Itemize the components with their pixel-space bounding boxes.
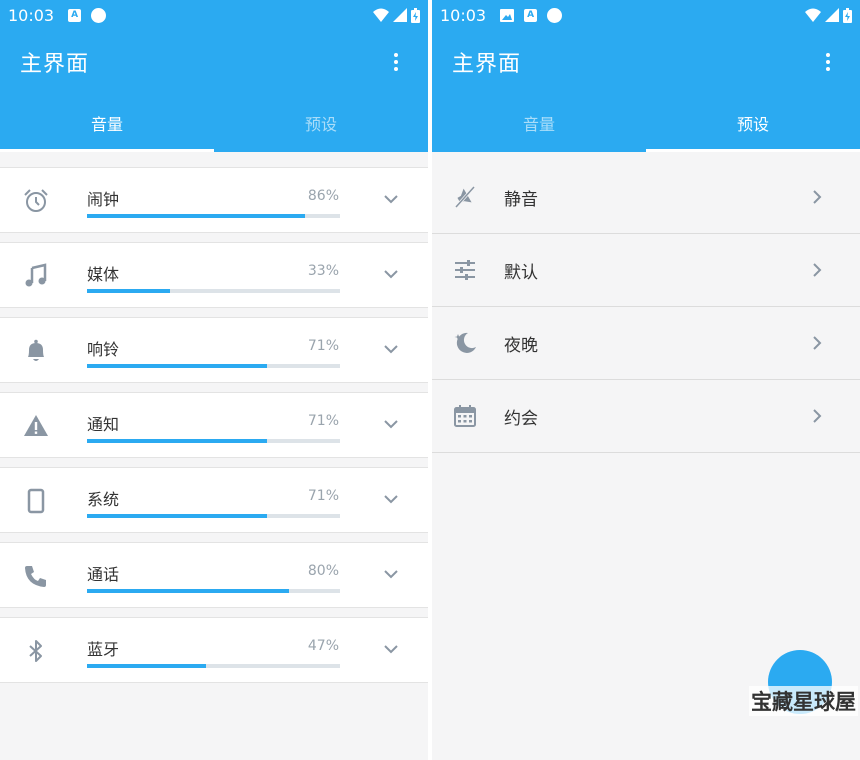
volume-card-bluetooth: 蓝牙 47% <box>0 617 428 683</box>
volume-slider[interactable] <box>87 289 340 293</box>
volume-label: 通知 <box>87 415 120 434</box>
chevron-right-icon <box>813 190 822 204</box>
preset-item-default[interactable]: 默认 <box>432 234 860 307</box>
more-options-icon[interactable] <box>384 50 408 74</box>
volume-percent: 33% <box>307 263 339 279</box>
volume-slider[interactable] <box>87 439 340 443</box>
volume-card-media: 媒体 33% <box>0 242 428 308</box>
volume-percent: 71% <box>307 413 339 429</box>
bluetooth-icon <box>29 640 42 662</box>
volume-slider-fill <box>87 514 267 518</box>
bell-icon <box>28 339 44 361</box>
tab-volume[interactable]: 音量 <box>432 94 646 152</box>
signal-icon <box>825 8 839 22</box>
chevron-right-icon <box>813 336 822 350</box>
volume-percent: 86% <box>307 188 339 204</box>
volume-slider-fill <box>87 289 171 293</box>
signal-icon <box>393 8 407 22</box>
status-time: 10:03 <box>440 5 487 25</box>
status-time: 10:03 <box>8 5 55 25</box>
volume-card-notification: 通知 71% <box>0 392 428 458</box>
tab-bar: 音量 预设 <box>0 94 428 152</box>
volume-slider-fill <box>87 664 206 668</box>
preset-label: 夜晚 <box>504 335 538 356</box>
volume-slider-fill <box>87 214 305 218</box>
sliders-icon <box>455 260 475 280</box>
chevron-right-icon <box>813 263 822 277</box>
volume-notification-icon <box>547 7 563 23</box>
volume-list: 闹钟 86% 媒体 33% 响铃 71% 通知 71% 系统 71% 通话 80… <box>0 152 428 683</box>
presets-screen: 10:03 A 主界面 音量 预设 静音 默认 夜晚 约会 宝藏星球屋 <box>432 0 860 760</box>
chevron-down-icon[interactable] <box>382 265 400 283</box>
volume-label: 蓝牙 <box>87 640 120 659</box>
volume-label: 通话 <box>87 565 120 584</box>
volume-card-call: 通话 80% <box>0 542 428 608</box>
app-title: 主界面 <box>452 52 522 77</box>
volume-percent: 47% <box>307 638 339 654</box>
battery-icon <box>843 7 852 23</box>
notification-a-icon: A <box>68 8 82 22</box>
volume-percent: 71% <box>307 338 339 354</box>
call-icon <box>25 566 46 587</box>
warning-icon <box>24 415 48 436</box>
volume-slider-fill <box>87 439 267 443</box>
preset-list: 静音 默认 夜晚 约会 <box>432 152 860 453</box>
volume-slider[interactable] <box>87 214 340 218</box>
app-bar: 10:03 A 主界面 音量 预设 <box>432 0 860 152</box>
wifi-icon <box>805 8 821 22</box>
volume-slider[interactable] <box>87 514 340 518</box>
tab-bar: 音量 预设 <box>432 94 860 152</box>
preset-item-date[interactable]: 约会 <box>432 380 860 453</box>
chevron-down-icon[interactable] <box>382 490 400 508</box>
volume-label: 响铃 <box>87 340 120 359</box>
volume-slider[interactable] <box>87 589 340 593</box>
app-bar: 10:03 A 主界面 音量 预设 <box>0 0 428 152</box>
preset-label: 静音 <box>504 189 538 210</box>
chevron-right-icon <box>813 409 822 423</box>
app-title: 主界面 <box>20 52 90 77</box>
volume-percent: 80% <box>307 563 339 579</box>
volume-card-alarm: 闹钟 86% <box>0 167 428 233</box>
notification-a-icon: A <box>524 8 538 22</box>
tab-presets[interactable]: 预设 <box>214 94 428 152</box>
wifi-icon <box>373 8 389 22</box>
image-notification-icon <box>500 8 515 22</box>
status-bar: 10:03 A <box>0 0 428 30</box>
volume-card-system: 系统 71% <box>0 467 428 533</box>
alarm-icon <box>24 189 48 212</box>
music-icon <box>25 263 47 287</box>
volume-label: 闹钟 <box>87 190 120 209</box>
volume-slider-fill <box>87 589 290 593</box>
volume-label: 媒体 <box>87 265 120 284</box>
phone-device-icon <box>27 488 45 514</box>
battery-icon <box>411 7 420 23</box>
chevron-down-icon[interactable] <box>382 190 400 208</box>
watermark-text: 宝藏星球屋 <box>749 686 858 716</box>
volume-percent: 71% <box>307 488 339 504</box>
volume-slider-fill <box>87 364 267 368</box>
volume-slider[interactable] <box>87 364 340 368</box>
volume-slider[interactable] <box>87 664 340 668</box>
status-bar: 10:03 A <box>432 0 860 30</box>
preset-label: 默认 <box>504 262 538 283</box>
chevron-down-icon[interactable] <box>382 565 400 583</box>
chevron-down-icon[interactable] <box>382 640 400 658</box>
preset-item-night[interactable]: 夜晚 <box>432 307 860 380</box>
tab-presets[interactable]: 预设 <box>646 94 860 152</box>
tab-volume[interactable]: 音量 <box>0 94 214 152</box>
more-options-icon[interactable] <box>816 50 840 74</box>
volume-label: 系统 <box>87 490 120 509</box>
volume-screen: 10:03 A 主界面 音量 预设 闹钟 86% 媒体 33% 响铃 71% 通… <box>0 0 428 760</box>
chevron-down-icon[interactable] <box>382 415 400 433</box>
mute-icon <box>454 185 476 209</box>
preset-label: 约会 <box>504 408 538 429</box>
chevron-down-icon[interactable] <box>382 340 400 358</box>
calendar-icon <box>454 405 476 427</box>
volume-notification-icon <box>91 7 107 23</box>
moon-icon <box>454 332 476 353</box>
preset-item-mute[interactable]: 静音 <box>432 152 860 234</box>
volume-card-ringer: 响铃 71% <box>0 317 428 383</box>
